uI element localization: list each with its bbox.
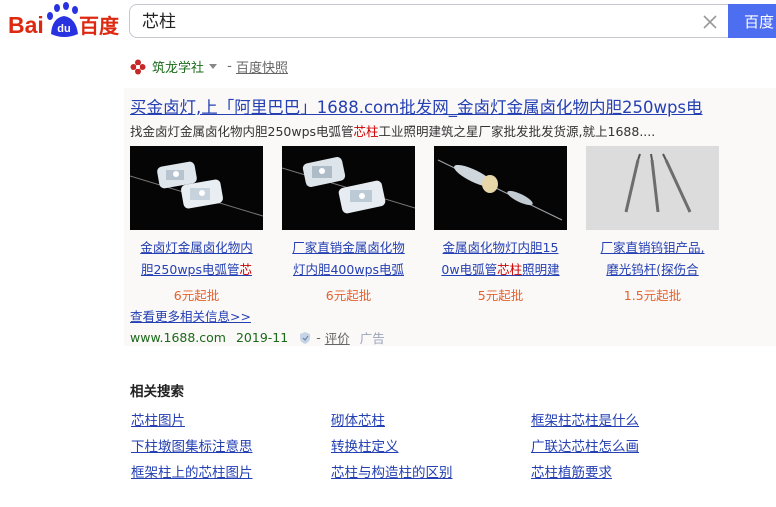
shield-icon[interactable] [298, 331, 312, 345]
product-name-1[interactable]: 金卤灯金属卤化物内 胆250wps电弧管芯 [128, 237, 265, 281]
related-link[interactable]: 芯柱与构造柱的区别 [331, 461, 453, 481]
eval-link[interactable]: 评价 [325, 328, 350, 347]
product-name-3[interactable]: 金属卤化物灯内胆15 0w电弧管芯柱照明建 [432, 237, 569, 281]
search-box [129, 4, 728, 39]
source-name[interactable]: 筑龙学社 [152, 57, 204, 76]
product-image-2[interactable] [282, 146, 415, 230]
ad-description: 找金卤灯金属卤化物内胆250wps电弧管芯柱工业照明建筑之星厂家批发批发货源,就… [130, 124, 656, 139]
paw-icon: du [47, 2, 78, 37]
related-link[interactable]: 广联达芯柱怎么画 [531, 435, 639, 455]
baidu-logo[interactable]: Bai du 百度 [8, 2, 120, 42]
more-info-link[interactable]: 查看更多相关信息>> [130, 306, 251, 325]
ad-tag: 广告 [359, 331, 385, 346]
related-link[interactable]: 芯柱植筋要求 [531, 461, 612, 481]
ad-date: 2019-11 [235, 330, 289, 345]
close-icon[interactable] [700, 12, 720, 32]
product-name-4[interactable]: 厂家直销钨钼产品, 磨光钨杆(探伤合 [584, 237, 721, 281]
logo-text-baidu: 百度 [79, 14, 120, 38]
snapshot-link[interactable]: 百度快照 [236, 57, 288, 76]
ad-footer: www.1688.com 2019-11 - 评价 广告 [130, 328, 385, 347]
search-button[interactable]: 百度 [728, 4, 776, 38]
ad-title-link[interactable]: 买金卤灯,上「阿里巴巴」1688.com批发网_金卤灯金属卤化物内胆250wps… [130, 94, 724, 118]
product-image-4[interactable] [586, 146, 719, 230]
related-searches-title: 相关搜索 [130, 384, 184, 400]
chevron-down-icon[interactable] [209, 64, 218, 69]
source-separator: - [223, 59, 236, 74]
product-price-3: 5元起批 [477, 288, 524, 303]
related-link[interactable]: 转换柱定义 [331, 435, 399, 455]
product-name-2[interactable]: 厂家直销金属卤化物 灯内胆400wps电弧 [280, 237, 417, 281]
related-link[interactable]: 框架柱芯柱是什么 [531, 409, 639, 429]
product-price-1: 6元起批 [173, 288, 220, 303]
search-input[interactable] [140, 5, 684, 39]
product-price-4: 1.5元起批 [623, 288, 682, 303]
related-link[interactable]: 框架柱上的芯柱图片 [131, 461, 253, 481]
logo-badge-du: du [57, 23, 70, 35]
ad-site-url[interactable]: www.1688.com [130, 330, 226, 345]
flower-icon [130, 59, 146, 74]
logo-text-bai: Bai [8, 12, 44, 38]
product-price-2: 6元起批 [325, 288, 372, 303]
related-link[interactable]: 下柱墩图集标注意思 [131, 435, 253, 455]
related-link[interactable]: 芯柱图片 [131, 409, 185, 429]
related-link[interactable]: 砌体芯柱 [331, 409, 385, 429]
product-image-1[interactable] [130, 146, 263, 230]
source-line: 筑龙学社 - 百度快照 [130, 57, 288, 76]
eval-separator: - [316, 330, 321, 345]
product-image-3[interactable] [434, 146, 567, 230]
